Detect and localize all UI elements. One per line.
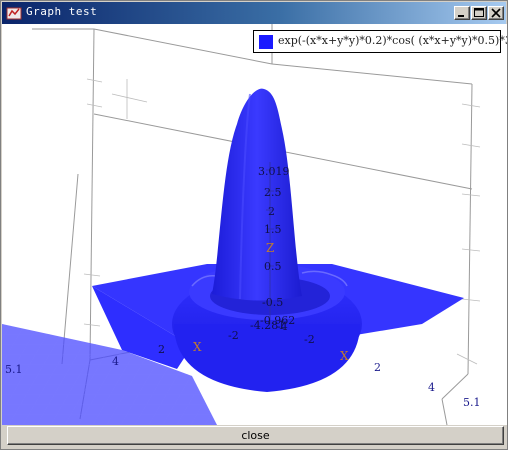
maximize-icon — [474, 8, 484, 17]
y-axis-label: X — [340, 349, 349, 363]
close-button[interactable]: close — [7, 426, 504, 445]
close-window-button[interactable] — [488, 6, 504, 20]
graph-window: Graph test exp(-(x*x+y*y)*0.2)*cos((x*x… — [0, 0, 508, 450]
z-tick-label: 3.019 — [258, 165, 290, 178]
z-tick-label: 2.5 — [264, 186, 282, 199]
z-tick-label: 0.5 — [264, 260, 282, 273]
z-tick-label: 2 — [268, 205, 275, 218]
y-tick-label: 5.1 — [463, 396, 481, 409]
x-tick-label: 4 — [112, 355, 119, 368]
surface-central-peak — [212, 88, 302, 301]
legend-swatch — [259, 35, 273, 49]
y-tick-label: 4 — [428, 381, 435, 394]
z-tick-label: 1.5 — [264, 223, 282, 236]
x-tick-label: 5.1 — [5, 363, 23, 376]
x-tick-label: -2 — [228, 329, 239, 342]
y-tick-label: -4 — [277, 320, 288, 333]
z-tick-label: -0.5 — [262, 296, 284, 309]
minimize-button[interactable] — [454, 6, 470, 20]
y-tick-label: 2 — [374, 361, 381, 374]
x-tick-label: 2 — [158, 343, 165, 356]
surface-ring-bottom — [174, 324, 360, 392]
title-bar[interactable]: Graph test — [2, 2, 506, 24]
window-title: Graph test — [26, 5, 98, 18]
close-icon — [491, 8, 501, 18]
legend: exp(-(x*x+y*y)*0.2)*cos( (x*x+y*y)*0.5)*… — [253, 30, 507, 53]
app-icon — [6, 5, 22, 21]
x-axis-label: X — [193, 340, 202, 354]
surface-plot — [2, 24, 481, 425]
plot-canvas[interactable]: exp(-(x*x+y*y)*0.2)*cos( (x*x+y*y)*0.5)*… — [2, 24, 507, 425]
legend-label: exp(-(x*x+y*y)*0.2)*cos( (x*x+y*y)*0.5)*… — [278, 34, 507, 47]
minimize-icon — [458, 15, 464, 17]
y-tick-label: -2 — [304, 333, 315, 346]
z-axis-label: Z — [266, 241, 275, 255]
maximize-button[interactable] — [471, 6, 487, 20]
